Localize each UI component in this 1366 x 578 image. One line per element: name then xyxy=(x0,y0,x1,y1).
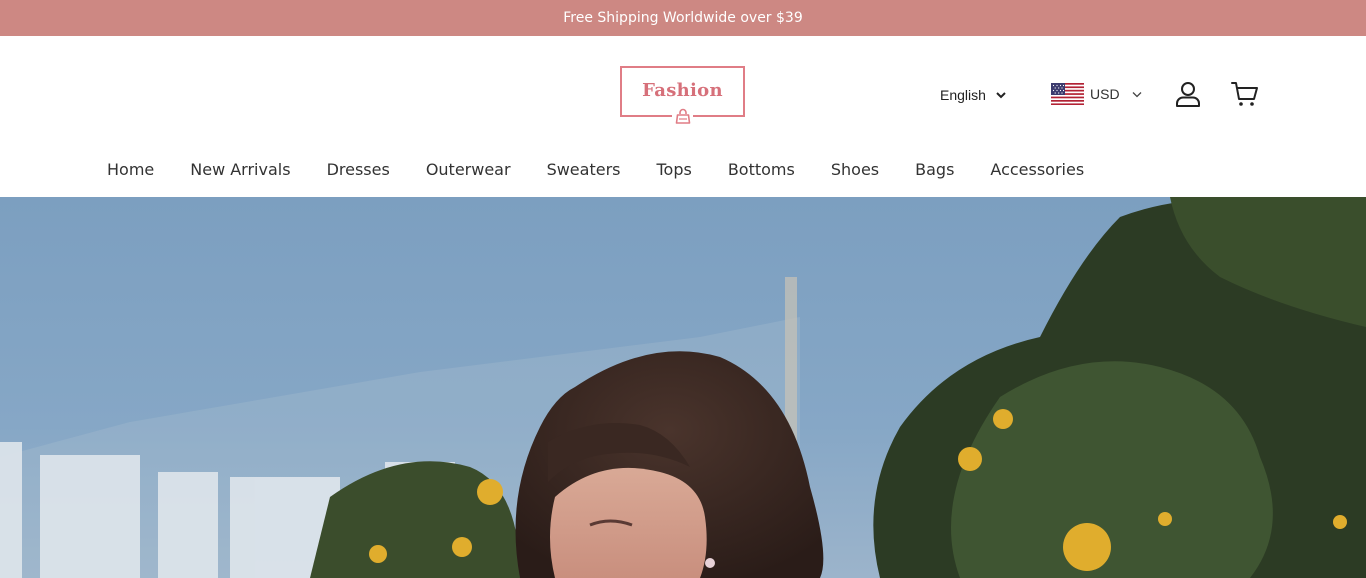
site-logo[interactable]: Fashion xyxy=(620,66,745,127)
chevron-down-icon xyxy=(996,92,1006,99)
chevron-down-icon xyxy=(1132,91,1142,97)
announcement-bar: Free Shipping Worldwide over $39 xyxy=(0,0,1366,36)
cart-icon[interactable] xyxy=(1231,81,1259,107)
currency-selector[interactable]: USD xyxy=(1051,82,1142,106)
hero-image xyxy=(0,197,1366,578)
currency-label: USD xyxy=(1090,86,1120,102)
nav-item-new-arrivals[interactable]: New Arrivals xyxy=(190,160,290,180)
language-label: English xyxy=(940,87,986,103)
site-header: Fashion English USD Home New Arrivals Dr… xyxy=(0,36,1366,197)
nav-item-shoes[interactable]: Shoes xyxy=(831,160,879,180)
nav-item-bags[interactable]: Bags xyxy=(915,160,954,180)
nav-item-dresses[interactable]: Dresses xyxy=(327,160,390,180)
handbag-icon xyxy=(672,106,693,127)
nav-item-tops[interactable]: Tops xyxy=(656,160,691,180)
main-nav: Home New Arrivals Dresses Outerwear Swea… xyxy=(107,160,1084,180)
user-icon[interactable] xyxy=(1175,81,1201,107)
nav-item-home[interactable]: Home xyxy=(107,160,154,180)
hero-banner[interactable] xyxy=(0,197,1366,578)
us-flag-icon xyxy=(1051,83,1084,105)
logo-text: Fashion xyxy=(642,80,723,101)
nav-item-outerwear[interactable]: Outerwear xyxy=(426,160,511,180)
language-selector[interactable]: English xyxy=(940,86,1006,104)
nav-item-bottoms[interactable]: Bottoms xyxy=(728,160,795,180)
announcement-text: Free Shipping Worldwide over $39 xyxy=(563,10,803,26)
nav-item-sweaters[interactable]: Sweaters xyxy=(547,160,621,180)
nav-item-accessories[interactable]: Accessories xyxy=(990,160,1084,180)
